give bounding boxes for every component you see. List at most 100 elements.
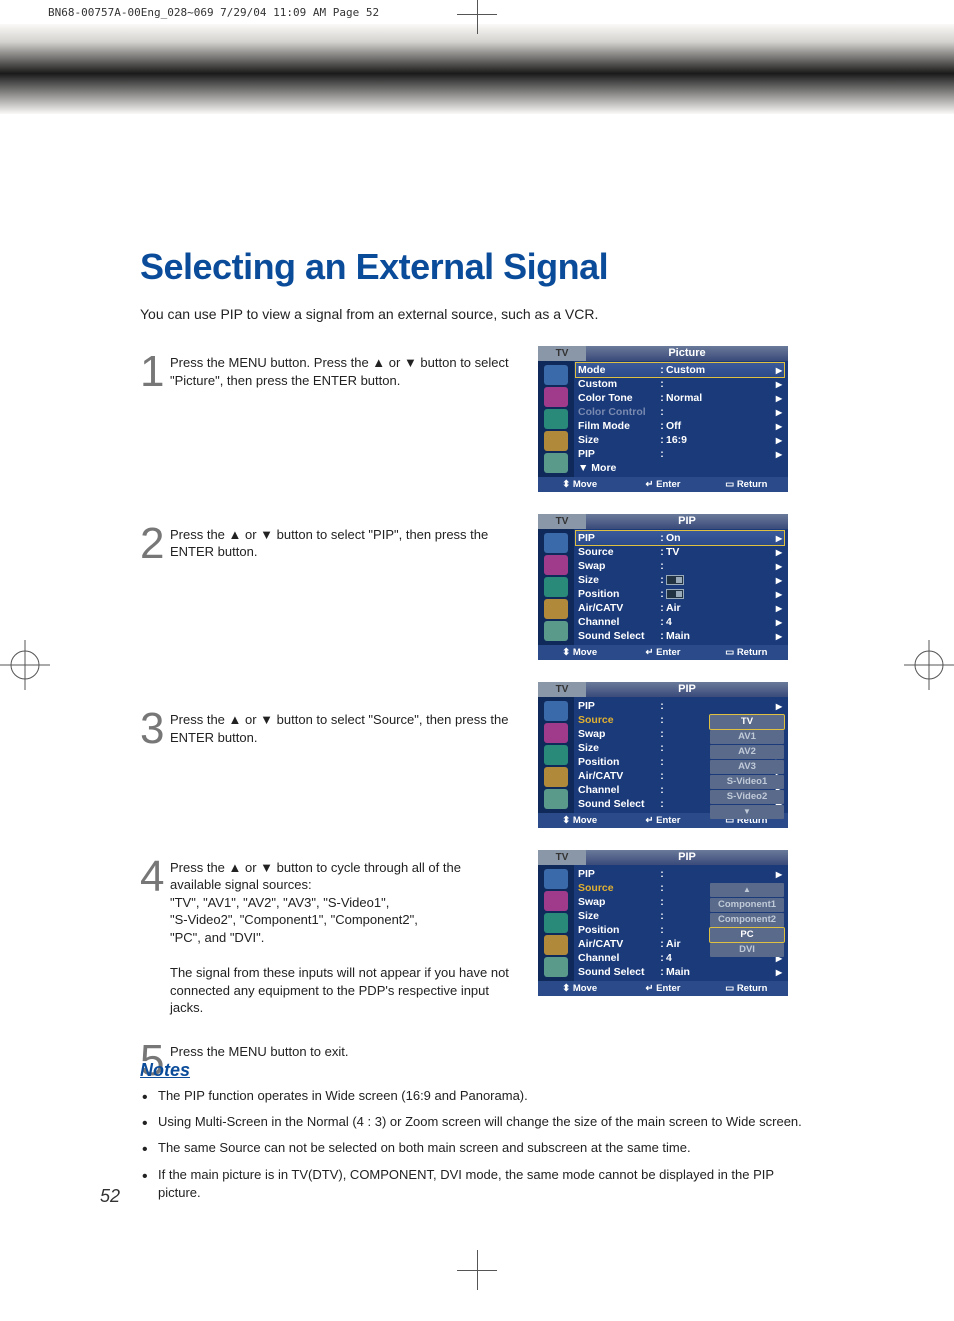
registration-mark-right — [904, 640, 954, 690]
step-3: 3 Press the ▲ or ▼ button to select "Sou… — [140, 709, 510, 749]
osd-option: PC — [710, 928, 784, 942]
osd-row: Mode : Custom ▶ — [576, 363, 784, 377]
step-number: 2 — [140, 524, 170, 564]
step-text: Press the ▲ or ▼ button to select "PIP",… — [170, 524, 510, 564]
osd-source-list-1: TV PIP PIP : ▶ Source : ▶ Swap : — [538, 682, 788, 828]
setup-icon — [544, 789, 568, 809]
osd-row-label: Source — [578, 714, 658, 726]
osd-option: DVI — [710, 943, 784, 957]
osd-row-value: On — [666, 532, 772, 544]
chevron-right-icon: ▶ — [772, 436, 782, 445]
osd-row-label: Air/CATV — [578, 602, 658, 614]
osd-row-value: Air — [666, 602, 772, 614]
osd-row-value: Off — [666, 420, 772, 432]
osd-row-label: Size — [578, 434, 658, 446]
osd-option-list: TVAV1AV2AV3S-Video1S-Video2▼ — [710, 715, 784, 820]
osd-title: PIP — [586, 682, 788, 697]
osd-tv-label: TV — [538, 850, 586, 865]
step-text: Press the ▲ or ▼ button to cycle through… — [170, 857, 510, 1017]
osd-row: Position : ▶ — [578, 587, 782, 601]
page-title: Selecting an External Signal — [140, 246, 608, 288]
osd-row: PIP : ▶ — [578, 447, 782, 461]
osd-row: Swap : ▶ — [578, 559, 782, 573]
osd-row-label: Channel — [578, 784, 658, 796]
osd-row-value: TV — [666, 546, 772, 558]
osd-row-value: 4 — [666, 616, 772, 628]
input-icon — [544, 723, 568, 743]
chevron-right-icon: ▶ — [772, 548, 782, 557]
note-item: The PIP function operates in Wide screen… — [140, 1087, 820, 1105]
tv-icon — [544, 869, 568, 889]
osd-tv-label: TV — [538, 346, 586, 361]
osd-row: Size : ▶ — [578, 573, 782, 587]
osd-option: S-Video2 — [710, 790, 784, 804]
chevron-right-icon: ▶ — [772, 366, 782, 375]
registration-mark-left — [0, 640, 50, 690]
osd-row-label: Swap — [578, 896, 658, 908]
osd-option: ▼ — [710, 805, 784, 819]
notes-section: Notes The PIP function operates in Wide … — [140, 1060, 820, 1210]
setup-icon — [544, 453, 568, 473]
osd-row-value: Custom — [666, 364, 772, 376]
footer-move: ⬍ Move — [538, 647, 621, 658]
footer-enter: ↵ Enter — [621, 647, 704, 658]
step-1: 1 Press the MENU button. Press the ▲ or … — [140, 352, 510, 392]
osd-row-label: Sound Select — [578, 966, 658, 978]
osd-row: Size : 16:9 ▶ — [578, 433, 782, 447]
osd-row-label: Position — [578, 756, 658, 768]
osd-row: Sound Select : Main ▶ — [578, 965, 782, 979]
osd-row-label: Air/CATV — [578, 938, 658, 950]
step-number: 3 — [140, 709, 170, 749]
osd-row-label: Source — [578, 882, 658, 894]
osd-category-icons — [538, 697, 574, 813]
chevron-right-icon: ▶ — [772, 632, 782, 641]
osd-title: PIP — [586, 850, 788, 865]
osd-tv-label: TV — [538, 514, 586, 529]
footer-enter: ↵ Enter — [621, 983, 704, 994]
osd-row: Sound Select : Main ▶ — [578, 629, 782, 643]
osd-row: Custom : ▶ — [578, 377, 782, 391]
channel-icon — [544, 935, 568, 955]
footer-return: ▭ Return — [705, 647, 788, 658]
osd-row: PIP : ▶ — [578, 699, 782, 713]
osd-row-value: Main — [666, 630, 772, 642]
footer-return: ▭ Return — [705, 983, 788, 994]
intro-text: You can use PIP to view a signal from an… — [140, 306, 598, 322]
osd-footer: ⬍ Move ↵ Enter ▭ Return — [538, 981, 788, 996]
osd-pip-menu: TV PIP PIP : On ▶ Source : TV ▶ Swap : — [538, 514, 788, 660]
osd-row-label: PIP — [578, 532, 658, 544]
chevron-right-icon: ▶ — [772, 618, 782, 627]
sound-icon — [544, 577, 568, 597]
step-4: 4 Press the ▲ or ▼ button to cycle throu… — [140, 857, 510, 1017]
osd-row-label: Mode — [578, 364, 658, 376]
chevron-right-icon: ▶ — [772, 380, 782, 389]
osd-row-label: PIP — [578, 700, 658, 712]
osd-option: Component2 — [710, 913, 784, 927]
osd-row-label: Sound Select — [578, 798, 658, 810]
chevron-right-icon: ▶ — [772, 968, 782, 977]
osd-source-list-2: TV PIP PIP : ▶ Source : ▶ Swap : — [538, 850, 788, 996]
page-banner — [0, 24, 954, 114]
manual-page: BN68-00757A-00Eng_028~069 7/29/04 11:09 … — [0, 0, 954, 1321]
sound-icon — [544, 745, 568, 765]
chevron-right-icon: ▶ — [772, 450, 782, 459]
osd-row-label: Size — [578, 574, 658, 586]
osd-option-list: ▲Component1Component2PCDVI — [710, 883, 784, 958]
footer-return: ▭ Return — [705, 479, 788, 490]
chevron-right-icon: ▶ — [772, 562, 782, 571]
osd-option: Component1 — [710, 898, 784, 912]
input-icon — [544, 387, 568, 407]
chevron-right-icon: ▶ — [772, 590, 782, 599]
osd-row: Film Mode : Off ▶ — [578, 419, 782, 433]
chevron-right-icon: ▶ — [772, 702, 782, 711]
input-icon — [544, 555, 568, 575]
osd-more: ▼ More — [578, 461, 782, 475]
setup-icon — [544, 957, 568, 977]
osd-option: ▲ — [710, 883, 784, 897]
osd-row-label: Color Control — [578, 406, 658, 418]
osd-row-label: Source — [578, 546, 658, 558]
step-number: 4 — [140, 857, 170, 1017]
osd-row-label: Size — [578, 910, 658, 922]
step-text: Press the MENU button. Press the ▲ or ▼ … — [170, 352, 510, 392]
note-item: The same Source can not be selected on b… — [140, 1139, 820, 1157]
